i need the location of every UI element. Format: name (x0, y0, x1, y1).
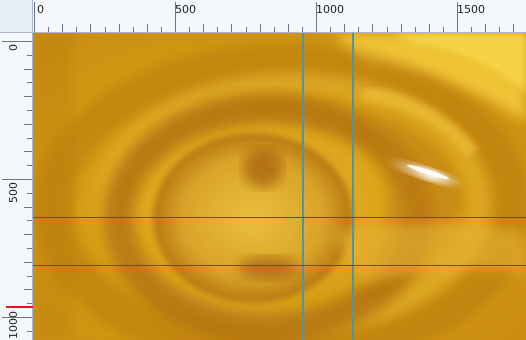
vertical-ruler[interactable]: 0 500 1000 (0, 33, 33, 340)
vertical-guide-1[interactable] (302, 33, 304, 340)
v-ruler-label-1000: 1000 (7, 311, 20, 339)
h-ruler-label-0: 0 (37, 3, 44, 16)
canvas-image (33, 33, 526, 340)
h-ruler-label-1000: 1000 (316, 3, 344, 16)
h-ruler-label-1500: 1500 (457, 3, 485, 16)
vertical-ruler-ticks: 0 500 1000 (2, 41, 32, 339)
horizontal-guide-2[interactable] (33, 265, 526, 266)
h-ruler-label-500: 500 (175, 3, 196, 16)
ruler-corner (0, 0, 33, 33)
horizontal-guide-1[interactable] (33, 217, 526, 218)
vertical-guide-2[interactable] (352, 33, 354, 340)
v-ruler-label-500: 500 (7, 182, 20, 203)
horizontal-ruler[interactable]: 0 500 1000 1500 (33, 0, 526, 33)
v-ruler-label-0: 0 (7, 44, 20, 51)
image-canvas[interactable] (33, 33, 526, 340)
horizontal-ruler-ticks: 0 500 1000 1500 (34, 2, 514, 32)
vertical-ruler-marker (6, 306, 33, 308)
